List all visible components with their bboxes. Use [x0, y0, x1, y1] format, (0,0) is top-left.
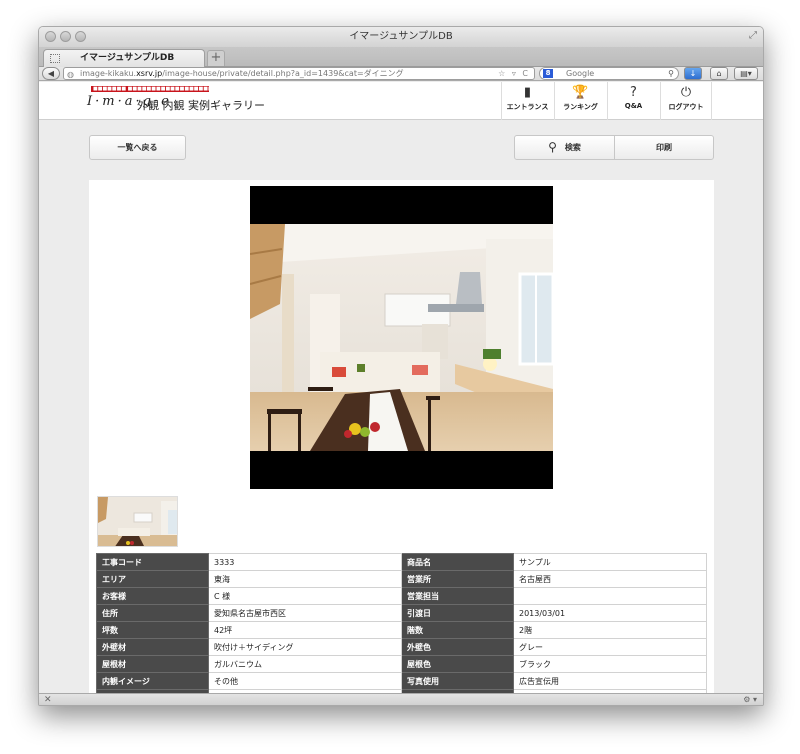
- detail-value: ブラック: [513, 655, 707, 673]
- dining-room-photo: [250, 224, 553, 451]
- detail-value: C 様: [208, 587, 402, 605]
- globe-icon: ◍: [67, 70, 74, 79]
- nav-qa-label: Q&A: [624, 102, 643, 110]
- nav-qa[interactable]: ? Q&A: [607, 82, 659, 120]
- detail-label: 写真使用: [401, 672, 514, 690]
- detail-label: 階数: [401, 621, 514, 639]
- detail-label: 内観イメージ: [96, 672, 209, 690]
- detail-card: 工事コード 3333 商品名 サンプル エリア 東海 営業所 名古屋西 お客様 C 様営業担当 住所…: [89, 180, 714, 693]
- browser-window: イマージュサンプルDB ⤢ イマージュサンプルDB + ◀ ◍ image-ki…: [38, 26, 764, 706]
- title-bar: イマージュサンプルDB ⤢: [39, 27, 763, 47]
- question-icon: ?: [630, 85, 637, 100]
- detail-label: 商品名: [401, 553, 514, 571]
- status-bar: ✕ ⚙ ▾: [39, 693, 763, 705]
- detail-label: 坪数: [96, 621, 209, 639]
- print-button[interactable]: 印刷: [614, 135, 714, 160]
- detail-value: グレー: [513, 638, 707, 656]
- window-controls: [45, 31, 86, 42]
- search-button[interactable]: ⚲ 検索: [514, 135, 615, 160]
- detail-label: 屋根色: [401, 655, 514, 673]
- back-button[interactable]: ◀: [42, 67, 60, 80]
- detail-value: 愛知県名古屋市西区: [208, 604, 402, 622]
- detail-label: 営業担当: [401, 587, 514, 605]
- main-photo[interactable]: [250, 186, 553, 489]
- detail-label: お客様: [96, 587, 209, 605]
- detail-value: 42坪: [208, 621, 402, 639]
- favicon-icon: [50, 54, 60, 63]
- back-to-list-button[interactable]: 一覧へ戻る: [89, 135, 186, 160]
- nav-ranking-label: ランキング: [563, 103, 598, 111]
- detail-value: 名古屋西: [513, 570, 707, 588]
- detail-label: 営業所: [401, 570, 514, 588]
- detail-label: エリア: [96, 570, 209, 588]
- site-header: ■■■■■■■ ■■■■■■■■■■■■■■■■■■■ I·m·a·g·e 外観…: [39, 82, 763, 120]
- tab-label: イマージュサンプルDB: [80, 53, 175, 63]
- url-prefix: image-kikaku.: [80, 69, 137, 78]
- search-button-label: 検索: [564, 143, 581, 152]
- search-icon[interactable]: ⚲: [668, 68, 674, 79]
- search-engine-placeholder: Google: [566, 69, 595, 78]
- table-row: 住所 愛知県名古屋市西区 引渡日 2013/03/01: [96, 604, 707, 622]
- window-title: イマージュサンプルDB: [349, 31, 453, 42]
- detail-label: 工事コード: [96, 553, 209, 571]
- detail-label: 外壁材: [96, 638, 209, 656]
- detail-label: 住所: [96, 604, 209, 622]
- door-icon: ▮: [523, 85, 532, 100]
- table-row: 坪数 42坪 階数 2階: [96, 621, 707, 639]
- table-row: 内観イメージ その他 写真使用 広告宣伝用: [96, 672, 707, 690]
- home-icon[interactable]: ⌂: [710, 67, 728, 80]
- url-path: /image-house/private/detail.php?a_id=143…: [162, 69, 404, 78]
- minimize-window-button[interactable]: [60, 31, 71, 42]
- close-window-button[interactable]: [45, 31, 56, 42]
- download-icon[interactable]: ↓: [684, 67, 702, 80]
- thumbnail-image[interactable]: [97, 496, 178, 547]
- search-engine-field[interactable]: 8 Google ⚲: [539, 67, 679, 80]
- page-viewport: ■■■■■■■ ■■■■■■■■■■■■■■■■■■■ I·m·a·g·e 外観…: [39, 82, 763, 693]
- table-row: 工事コード 3333 商品名 サンプル: [96, 553, 707, 571]
- detail-label: 屋根材: [96, 655, 209, 673]
- detail-value: その他: [208, 672, 402, 690]
- nav-logout[interactable]: ⏻ ログアウト: [660, 82, 712, 120]
- detail-value: 吹付け＋サイディング: [208, 638, 402, 656]
- nav-entrance-label: エントランス: [506, 103, 549, 111]
- table-row: お客様 C 様営業担当: [96, 587, 707, 605]
- table-row: 屋根材 ガルバニウム 屋根色 ブラック: [96, 655, 707, 673]
- nav-ranking[interactable]: 🏆 ランキング: [554, 82, 606, 120]
- zoom-window-button[interactable]: [75, 31, 86, 42]
- menu-icon[interactable]: ▤▾: [734, 67, 758, 80]
- logo-band: ■■■■■■■ ■■■■■■■■■■■■■■■■■■■: [91, 86, 209, 92]
- table-row: 外壁材 吹付け＋サイディング 外壁色 グレー: [96, 638, 707, 656]
- url-host: xsrv.jp: [136, 69, 163, 78]
- detail-value: [513, 587, 707, 605]
- detail-label: 引渡日: [401, 604, 514, 622]
- search-icon: ⚲: [548, 140, 557, 154]
- close-icon[interactable]: ✕: [44, 694, 52, 705]
- trophy-icon: 🏆: [572, 85, 589, 100]
- logo-subtitle: 外観 内観 実例ギャラリー: [137, 99, 265, 112]
- site-logo[interactable]: ■■■■■■■ ■■■■■■■■■■■■■■■■■■■ I·m·a·g·e 外観…: [87, 86, 287, 116]
- nav-logout-label: ログアウト: [668, 103, 704, 111]
- addon-bar-icon[interactable]: ⚙ ▾: [743, 694, 757, 705]
- tab-active[interactable]: イマージュサンプルDB: [43, 49, 205, 67]
- table-row: エリア 東海 営業所 名古屋西: [96, 570, 707, 588]
- detail-value: 2階: [513, 621, 707, 639]
- bookmark-reload-icons[interactable]: ☆ ▿ C: [498, 68, 530, 79]
- google-icon[interactable]: 8: [543, 69, 553, 78]
- detail-value: 3333: [208, 553, 402, 571]
- detail-value: 東海: [208, 570, 402, 588]
- navigation-bar: ◀ ◍ image-kikaku.xsrv.jp/image-house/pri…: [39, 67, 763, 81]
- detail-value: 広告宣伝用: [513, 672, 707, 690]
- tab-bar: イマージュサンプルDB +: [39, 47, 763, 67]
- detail-value: サンプル: [513, 553, 707, 571]
- nav-entrance[interactable]: ▮ エントランス: [501, 82, 553, 120]
- address-bar[interactable]: ◍ image-kikaku.xsrv.jp/image-house/priva…: [63, 67, 535, 80]
- detail-value: ガルバニウム: [208, 655, 402, 673]
- fullscreen-icon[interactable]: ⤢: [749, 30, 757, 42]
- new-tab-button[interactable]: +: [207, 50, 225, 66]
- detail-label: 外壁色: [401, 638, 514, 656]
- power-icon: ⏻: [680, 85, 692, 100]
- detail-value: 2013/03/01: [513, 604, 707, 622]
- property-details-table: 工事コード 3333 商品名 サンプル エリア 東海 営業所 名古屋西 お客様 C 様営業担当 住所…: [96, 553, 707, 693]
